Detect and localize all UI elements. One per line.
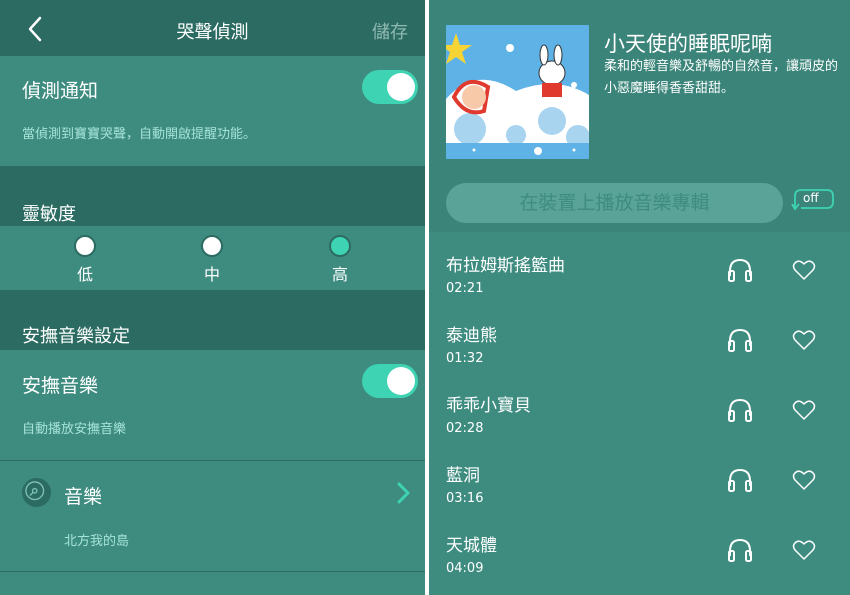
chevron-right-icon[interactable] <box>394 480 414 506</box>
track-item[interactable]: 藍洞 03:16 <box>429 447 850 517</box>
track-item[interactable]: 天城體 04:09 <box>429 517 850 587</box>
soothing-music-toggle[interactable] <box>362 364 418 398</box>
soothing-music-section: 安撫音樂 自動播放安撫音樂 <box>0 350 425 460</box>
sensitivity-header: 靈敏度 <box>0 166 425 226</box>
off-toggle-label: off <box>803 191 819 205</box>
detect-notification-label: 偵測通知 <box>22 80 99 102</box>
sensitivity-title: 靈敏度 <box>22 204 76 225</box>
track-title: 泰迪熊 <box>446 326 497 346</box>
album-title: 小天使的睡眠呢喃 <box>604 32 772 56</box>
album-panel: 小天使的睡眠呢喃 柔和的輕音樂及舒暢的自然音，讓頑皮的小惡魔睡得香香甜甜。 在裝… <box>429 0 850 595</box>
track-title: 乖乖小寶貝 <box>446 396 531 416</box>
sensitivity-radio-low[interactable] <box>74 235 96 257</box>
album-header: 小天使的睡眠呢喃 柔和的輕音樂及舒暢的自然音，讓頑皮的小惡魔睡得香香甜甜。 在裝… <box>429 0 850 232</box>
track-title: 藍洞 <box>446 466 480 486</box>
nav-bar: 哭聲偵測 儲存 <box>0 0 425 56</box>
soothing-settings-header: 安撫音樂設定 <box>0 290 425 350</box>
headphone-icon[interactable] <box>727 467 753 493</box>
cry-detection-settings-panel: 哭聲偵測 儲存 偵測通知 當偵測到寶寶哭聲，自動開啟提醒功能。 靈敏度 低 中 … <box>0 0 425 595</box>
track-duration: 02:21 <box>446 281 484 296</box>
heart-icon[interactable] <box>792 399 816 421</box>
track-duration: 04:09 <box>446 561 484 576</box>
play-album-on-device-button[interactable]: 在裝置上播放音樂專輯 <box>446 183 783 223</box>
headphone-icon[interactable] <box>727 397 753 423</box>
heart-icon[interactable] <box>792 469 816 491</box>
selected-music-value: 北方我的島 <box>64 534 130 549</box>
sensitivity-options: 低 中 高 <box>0 226 425 290</box>
track-item[interactable]: 泰迪熊 01:32 <box>429 307 850 377</box>
music-label[interactable]: 音樂 <box>64 482 102 509</box>
heart-icon[interactable] <box>792 259 816 281</box>
track-item[interactable]: 布拉姆斯搖籃曲 02:21 <box>429 237 850 307</box>
toggle-knob <box>387 367 415 395</box>
music-disc-icon <box>20 476 53 509</box>
toggle-knob <box>387 73 415 101</box>
page-title: 哭聲偵測 <box>176 22 249 43</box>
detect-notification-hint: 當偵測到寶寶哭聲，自動開啟提醒功能。 <box>22 127 257 142</box>
track-title: 天城體 <box>446 536 497 556</box>
track-duration: 02:28 <box>446 421 484 436</box>
detect-notification-section: 偵測通知 當偵測到寶寶哭聲，自動開啟提醒功能。 <box>0 56 425 166</box>
track-title: 布拉姆斯搖籃曲 <box>446 256 565 276</box>
sensitivity-radio-medium[interactable] <box>201 235 223 257</box>
sensitivity-radio-high[interactable] <box>329 235 351 257</box>
sensitivity-label-high: 高 <box>331 265 348 284</box>
soothing-music-label: 安撫音樂 <box>22 375 99 397</box>
track-duration: 01:32 <box>446 351 484 366</box>
soothing-music-hint: 自動播放安撫音樂 <box>22 422 127 437</box>
headphone-icon[interactable] <box>727 537 753 563</box>
device-play-toggle[interactable]: off <box>791 185 835 219</box>
album-description: 柔和的輕音樂及舒暢的自然音，讓頑皮的小惡魔睡得香香甜甜。 <box>604 59 839 96</box>
album-cover-image[interactable] <box>446 25 589 159</box>
sensitivity-label-low: 低 <box>76 265 93 284</box>
headphone-icon[interactable] <box>727 257 753 283</box>
soothing-settings-title: 安撫音樂設定 <box>22 326 130 347</box>
track-duration: 03:16 <box>446 491 484 506</box>
divider <box>0 460 425 461</box>
sensitivity-label-medium: 中 <box>203 265 220 284</box>
heart-icon[interactable] <box>792 329 816 351</box>
detect-notification-toggle[interactable] <box>362 70 418 104</box>
divider <box>0 571 425 572</box>
save-button[interactable]: 儲存 <box>372 18 408 44</box>
track-item[interactable]: 乖乖小寶貝 02:28 <box>429 377 850 447</box>
headphone-icon[interactable] <box>727 327 753 353</box>
heart-icon[interactable] <box>792 539 816 561</box>
